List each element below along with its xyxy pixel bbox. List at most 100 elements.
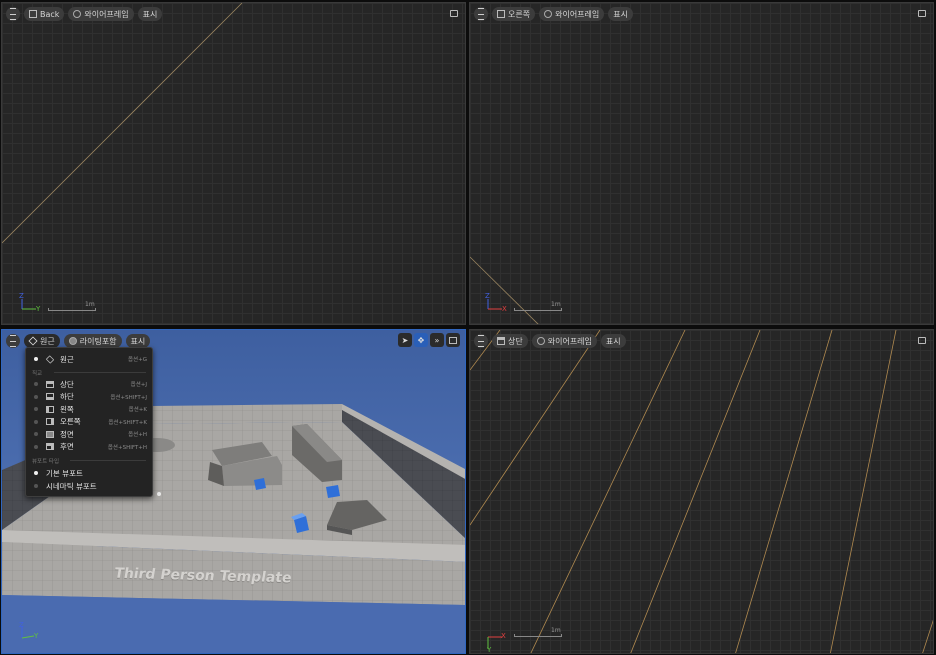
move-tool-button[interactable]: ✥ (414, 333, 428, 347)
more-tools-button[interactable]: » (430, 333, 444, 347)
back-view-icon (46, 443, 54, 450)
select-tool-button[interactable]: ➤ (398, 333, 412, 347)
bottom-view-icon (46, 393, 54, 400)
viewport-toolbar: Back 와이어프레임 표시 (6, 6, 163, 22)
axis-horizontal-label: Y (36, 305, 41, 313)
wireframe-canvas (2, 3, 243, 244)
menu-item-right[interactable]: 오른쪽 옵션+SHIFT+K (26, 416, 152, 428)
back-wall (152, 404, 342, 424)
view-type-label: 오른쪽 (508, 9, 531, 19)
wireframe-sphere-icon (73, 10, 82, 18)
view-type-button[interactable]: 원근 (24, 334, 60, 348)
menu-item-top[interactable]: 상단 옵션+J (26, 378, 152, 390)
wireframe-canvas (470, 256, 539, 324)
menu-item-back[interactable]: 후면 옵션+SHIFT+H (26, 441, 152, 453)
show-button[interactable]: 표시 (608, 7, 633, 21)
show-button[interactable]: 표시 (600, 334, 626, 348)
wireframe-edge (530, 330, 686, 653)
menu-section-viewport-type: 뷰포트 타입 (32, 459, 60, 465)
scale-label: 1m (85, 301, 95, 308)
view-mode-button[interactable]: 라이팅포함 (63, 334, 122, 348)
menu-item-left[interactable]: 왼쪽 옵션+K (26, 403, 152, 415)
menu-item-cinematic-viewport[interactable]: 시네마틱 뷰포트 (26, 480, 152, 492)
top-view-icon (46, 380, 54, 388)
menu-divider (70, 460, 146, 461)
show-label: 표시 (142, 9, 158, 19)
wireframe-edge (922, 619, 933, 653)
transform-toolbar: ➤ ✥ » (398, 333, 460, 347)
viewport-menu-button[interactable] (6, 7, 20, 21)
wireframe-canvas (470, 330, 933, 653)
view-mode-button[interactable]: 와이어프레임 (539, 7, 605, 21)
viewport-perspective[interactable]: Third Person Template 원근 라이팅포함 표시 ➤ ✥ » … (1, 329, 466, 654)
cursor-arrow-icon: ➤ (401, 335, 409, 345)
show-button[interactable]: 표시 (137, 7, 163, 21)
maximize-icon (449, 336, 457, 344)
view-type-button[interactable]: Back (24, 7, 65, 21)
lit-sphere-icon (68, 337, 77, 345)
wireframe-sphere-icon (536, 337, 545, 345)
left-view-icon (46, 405, 54, 413)
menu-item-default-viewport[interactable]: 기본 뷰포트 (26, 467, 152, 479)
menu-divider (54, 372, 146, 373)
blue-cube (254, 478, 266, 490)
view-mode-button[interactable]: 와이어프레임 (531, 334, 597, 348)
menu-item-perspective[interactable]: 원근 옵션+G (26, 353, 152, 365)
view-type-button[interactable]: 오른쪽 (492, 7, 536, 21)
radio-selected-icon (34, 471, 38, 475)
scale-label: 1m (551, 301, 561, 308)
viewport-toolbar: 상단 와이어프레임 표시 (474, 333, 626, 349)
menu-item-bottom[interactable]: 하단 옵션+SHIFT+J (26, 391, 152, 403)
scale-label: 1m (551, 627, 561, 634)
scale-bar (48, 308, 96, 311)
viewport-back[interactable]: Back 와이어프레임 표시 Z Y 1m (1, 2, 466, 325)
maximize-viewport-button[interactable] (916, 334, 928, 346)
wireframe-edge (470, 330, 601, 526)
perspective-cube-icon (28, 336, 38, 346)
maximize-viewport-button[interactable] (916, 7, 928, 19)
maximize-viewport-button[interactable] (446, 333, 460, 347)
perspective-cube-icon (45, 354, 55, 364)
viewport-top[interactable]: 상단 와이어프레임 표시 X Y 1m (469, 329, 934, 654)
right-view-icon (497, 10, 505, 18)
maximize-icon (918, 9, 926, 17)
axis-horizontal-label: X (501, 632, 506, 640)
show-label: 표시 (605, 336, 621, 346)
scale-bar (514, 308, 562, 311)
axis-gizmo (487, 299, 502, 310)
axis-vertical-label: Z (19, 621, 24, 629)
maximize-icon (918, 336, 926, 344)
viewport-toolbar: 오른쪽 와이어프레임 표시 (474, 6, 633, 22)
axis-vertical-label: Y (487, 646, 492, 654)
axis-vertical-label: Z (19, 292, 24, 300)
view-mode-label: 라이팅포함 (79, 336, 117, 346)
view-type-label: 상단 (508, 336, 523, 346)
menu-item-front[interactable]: 정면 옵션+H (26, 428, 152, 440)
view-mode-button[interactable]: 와이어프레임 (68, 7, 134, 21)
scale-bar (514, 634, 562, 637)
show-button[interactable]: 표시 (125, 334, 151, 348)
wireframe-edge (630, 330, 761, 653)
wireframe-edge (735, 330, 833, 653)
front-view-icon (46, 430, 54, 438)
axis-vertical-label: Z (485, 292, 490, 300)
wireframe-sphere-icon (544, 10, 553, 18)
top-view-icon (497, 337, 505, 345)
viewport-menu-button[interactable] (474, 7, 488, 21)
maximize-icon (450, 9, 458, 17)
viewport-menu-button[interactable] (474, 334, 488, 348)
chevron-right-double-icon: » (434, 335, 440, 345)
view-mode-label: 와이어프레임 (547, 336, 592, 346)
view-mode-label: 와이어프레임 (555, 9, 600, 19)
view-type-label: 원근 (40, 336, 55, 346)
viewport-menu-button[interactable] (6, 334, 20, 348)
maximize-viewport-button[interactable] (448, 7, 460, 19)
wireframe-edge (829, 330, 897, 653)
show-label: 표시 (130, 336, 146, 346)
viewport-right[interactable]: 오른쪽 와이어프레임 표시 Z X 1m (469, 2, 934, 325)
wireframe-edge (2, 3, 243, 244)
view-type-label: Back (40, 9, 60, 19)
back-view-icon (29, 10, 37, 18)
menu-section-ortho: 직교 (32, 371, 43, 377)
view-type-button[interactable]: 상단 (492, 334, 528, 348)
